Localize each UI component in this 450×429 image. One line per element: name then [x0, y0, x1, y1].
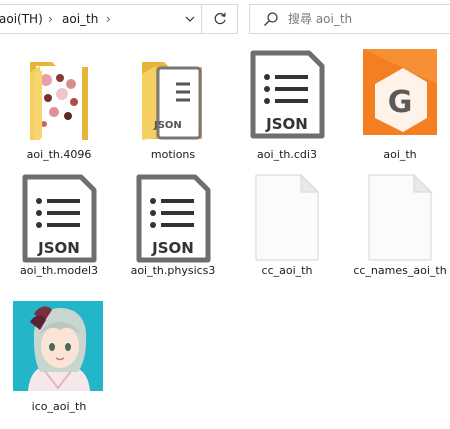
file-name: aoi_th [383, 148, 417, 161]
file-name: cc_aoi_th [261, 264, 313, 277]
refresh-icon[interactable] [212, 11, 228, 27]
json-file-icon: JSON [22, 174, 97, 263]
json-file-icon: JSON [250, 50, 325, 139]
file-name: aoi_th.physics3 [130, 264, 216, 277]
file-name: cc_names_aoi_th [353, 264, 447, 277]
blank-file-icon [255, 173, 320, 261]
folder-icon: JSON [142, 62, 202, 140]
search-box[interactable] [249, 4, 450, 34]
folder-icon [30, 62, 88, 140]
json-badge: JSON [151, 239, 194, 257]
json-badge: JSON [153, 120, 182, 131]
breadcrumb-separator[interactable]: › [48, 12, 53, 26]
json-badge: JSON [265, 115, 308, 133]
json-file-icon: JSON [136, 174, 211, 263]
blank-file-icon [368, 173, 433, 261]
search-icon [264, 12, 278, 26]
breadcrumb-aoi-th-parent[interactable]: aoi(TH) [0, 12, 43, 26]
file-name: ico_aoi_th [31, 400, 87, 413]
search-input[interactable] [288, 10, 438, 28]
divider [201, 5, 202, 33]
breadcrumb-aoi-th[interactable]: aoi_th [62, 12, 98, 26]
character-thumbnail-image [13, 301, 103, 391]
gimp-app-icon: G [363, 49, 437, 135]
file-name: aoi_th.model3 [19, 264, 99, 277]
json-badge: JSON [37, 239, 80, 257]
file-name: motions [150, 148, 196, 161]
chevron-down-icon[interactable] [185, 14, 195, 24]
address-bar[interactable]: aoi(TH) › aoi_th › [0, 4, 238, 34]
file-name: aoi_th.4096 [26, 148, 92, 161]
breadcrumb-separator[interactable]: › [106, 12, 111, 26]
file-name: aoi_th.cdi3 [257, 148, 317, 161]
app-badge: G [388, 85, 413, 120]
